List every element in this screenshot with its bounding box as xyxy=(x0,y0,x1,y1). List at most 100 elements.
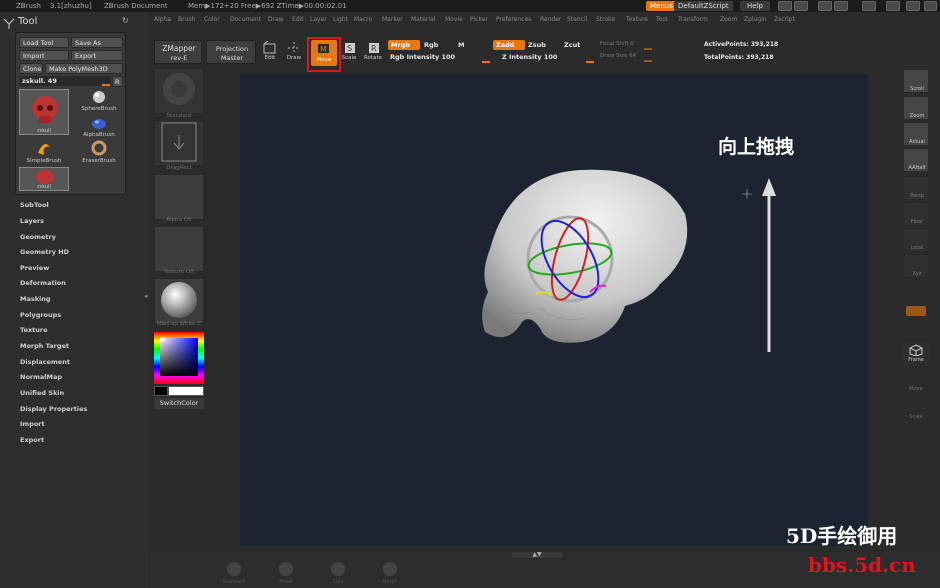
subpalette-subtool[interactable]: SubTool xyxy=(20,201,49,209)
floor-button[interactable]: Floor xyxy=(903,202,929,226)
alpha-off-tile[interactable] xyxy=(154,174,204,220)
frame-button[interactable]: Frame xyxy=(903,342,929,366)
subpalette-unified-skin[interactable]: Unified Skin xyxy=(20,389,64,397)
tool-thumb-simplebrush[interactable]: SimpleBrush xyxy=(19,139,69,165)
menu-alpha[interactable]: Alpha xyxy=(154,16,171,23)
r-button[interactable]: R xyxy=(112,76,123,87)
nav-forward-icon[interactable] xyxy=(834,1,848,11)
tool-thumb-zskull[interactable]: zskull xyxy=(19,89,69,135)
bottom-collapse-arrow-icon[interactable]: ▲▼ xyxy=(512,552,562,558)
scale-button[interactable]: S Scale xyxy=(340,40,358,64)
current-tool-name[interactable]: zskull. 49 xyxy=(19,76,111,86)
actual-button[interactable]: Actual xyxy=(903,122,929,146)
tool-thumb-eraserbrush[interactable]: EraserBrush xyxy=(74,139,124,165)
z-intensity-slider[interactable]: Z Intensity 100 xyxy=(502,53,557,61)
switch-color-button[interactable]: SwitchColor xyxy=(154,398,204,409)
move-button[interactable]: M Move xyxy=(311,40,337,66)
save-as-button[interactable]: Save As xyxy=(71,37,123,48)
subpalette-preview[interactable]: Preview xyxy=(20,264,49,272)
rgb-intensity-slider[interactable]: Rgb Intensity 100 xyxy=(390,53,455,61)
menu-macro[interactable]: Macro xyxy=(354,16,372,23)
menu-edit[interactable]: Edit xyxy=(292,16,304,23)
close-icon[interactable] xyxy=(924,1,937,11)
menu-draw[interactable]: Draw xyxy=(268,16,284,23)
menus-button[interactable]: Menus xyxy=(646,1,677,11)
subpalette-morph-target[interactable]: Morph Target xyxy=(20,342,69,350)
zmapper-button[interactable]: ZMapper rev-E xyxy=(154,40,202,64)
rgb-button[interactable]: Rgb xyxy=(424,41,438,49)
layout-alt-icon[interactable] xyxy=(794,1,808,11)
mrgb-button[interactable]: Mrgb xyxy=(388,40,420,50)
subpalette-import[interactable]: Import xyxy=(20,420,45,428)
subpalette-masking[interactable]: Masking xyxy=(20,295,51,303)
menu-material[interactable]: Material xyxy=(411,16,435,23)
export-button[interactable]: Export xyxy=(71,50,123,61)
menu-marker[interactable]: Marker xyxy=(382,16,403,23)
menu-transform[interactable]: Transform xyxy=(678,16,708,23)
draw-button[interactable]: Draw xyxy=(284,40,304,64)
menu-brush[interactable]: Brush xyxy=(178,16,195,23)
menu-light[interactable]: Light xyxy=(333,16,348,23)
zcut-button[interactable]: Zcut xyxy=(564,41,580,49)
lock-icon[interactable] xyxy=(862,1,876,11)
menu-zscript[interactable]: Zscript xyxy=(774,16,795,23)
subpalette-polygroups[interactable]: Polygroups xyxy=(20,311,61,319)
bottom-brush-standard[interactable]: Standard xyxy=(222,560,246,588)
refresh-icon[interactable]: ↻ xyxy=(122,16,129,25)
brush-standard-tile[interactable] xyxy=(154,68,204,114)
menu-render[interactable]: Render xyxy=(540,16,561,23)
bottom-brush-move[interactable]: Move xyxy=(274,560,298,588)
menu-preferences[interactable]: Preferences xyxy=(496,16,531,23)
import-button[interactable]: Import xyxy=(19,50,69,61)
subpalette-texture[interactable]: Texture xyxy=(20,326,48,334)
load-tool-button[interactable]: Load Tool xyxy=(19,37,69,48)
menu-layer[interactable]: Layer xyxy=(310,16,327,23)
subpalette-normalmap[interactable]: NormalMap xyxy=(20,373,62,381)
maximize-icon[interactable] xyxy=(906,1,920,11)
menu-document[interactable]: Document xyxy=(230,16,261,23)
shelf-move-button[interactable]: Move xyxy=(903,370,929,394)
zadd-button[interactable]: Zadd xyxy=(493,40,525,50)
layout-icon[interactable] xyxy=(778,1,792,11)
stroke-dragrect-tile[interactable] xyxy=(154,120,204,166)
menu-zplugin[interactable]: Zplugin xyxy=(744,16,767,23)
projection-master-button[interactable]: Projection Master xyxy=(206,40,256,64)
transform-toggle[interactable] xyxy=(906,306,926,316)
zsub-button[interactable]: Zsub xyxy=(528,41,546,49)
default-zscript-button[interactable]: DefaultZScript xyxy=(674,1,733,11)
bottom-brush-morph[interactable]: Morph xyxy=(378,560,402,588)
color-picker[interactable] xyxy=(154,332,204,384)
help-button[interactable]: Help xyxy=(740,1,770,11)
rotate-button[interactable]: R Rotate xyxy=(362,40,384,64)
persp-button[interactable]: Persp xyxy=(903,176,929,200)
secondary-color-swatch[interactable] xyxy=(154,386,168,396)
menu-zoom[interactable]: Zoom xyxy=(720,16,737,23)
tool-palette-header[interactable]: Tool ↻ xyxy=(0,14,136,30)
nav-back-icon[interactable] xyxy=(818,1,832,11)
shelf-scale-button[interactable]: Scale xyxy=(903,398,929,422)
menu-movie[interactable]: Movie xyxy=(445,16,463,23)
texture-off-tile[interactable] xyxy=(154,226,204,272)
subpalette-displacement[interactable]: Displacement xyxy=(20,358,70,366)
xyz-button[interactable]: Xyz xyxy=(903,254,929,278)
subpalette-deformation[interactable]: Deformation xyxy=(20,279,66,287)
focal-shift-slider[interactable]: Focal Shift 0 xyxy=(600,41,634,47)
make-polymesh-button[interactable]: Make PolyMesh3D xyxy=(45,63,123,74)
draw-size-slider[interactable]: Draw Size 64 xyxy=(600,53,636,59)
subpalette-display-properties[interactable]: Display Properties xyxy=(20,405,87,413)
tool-thumb-alphabrush[interactable]: AlphaBrush xyxy=(74,115,124,139)
menu-stroke[interactable]: Stroke xyxy=(596,16,615,23)
edit-button[interactable]: Edit xyxy=(260,40,280,64)
tool-thumb-zskull-small[interactable]: zskull xyxy=(19,167,69,191)
menu-tool[interactable]: Tool xyxy=(656,16,668,23)
subpalette-geometry-hd[interactable]: Geometry HD xyxy=(20,248,69,256)
minimize-icon[interactable] xyxy=(886,1,900,11)
scroll-button[interactable]: Scroll xyxy=(903,69,929,93)
menu-color[interactable]: Color xyxy=(204,16,220,23)
menu-stencil[interactable]: Stencil xyxy=(567,16,587,23)
zoom-button[interactable]: Zoom xyxy=(903,96,929,120)
local-button[interactable]: Local xyxy=(903,228,929,252)
material-tile[interactable] xyxy=(154,278,204,324)
document-canvas[interactable]: 向上拖拽 xyxy=(240,74,868,546)
tool-thumb-spherebrush[interactable]: SphereBrush xyxy=(74,89,124,113)
